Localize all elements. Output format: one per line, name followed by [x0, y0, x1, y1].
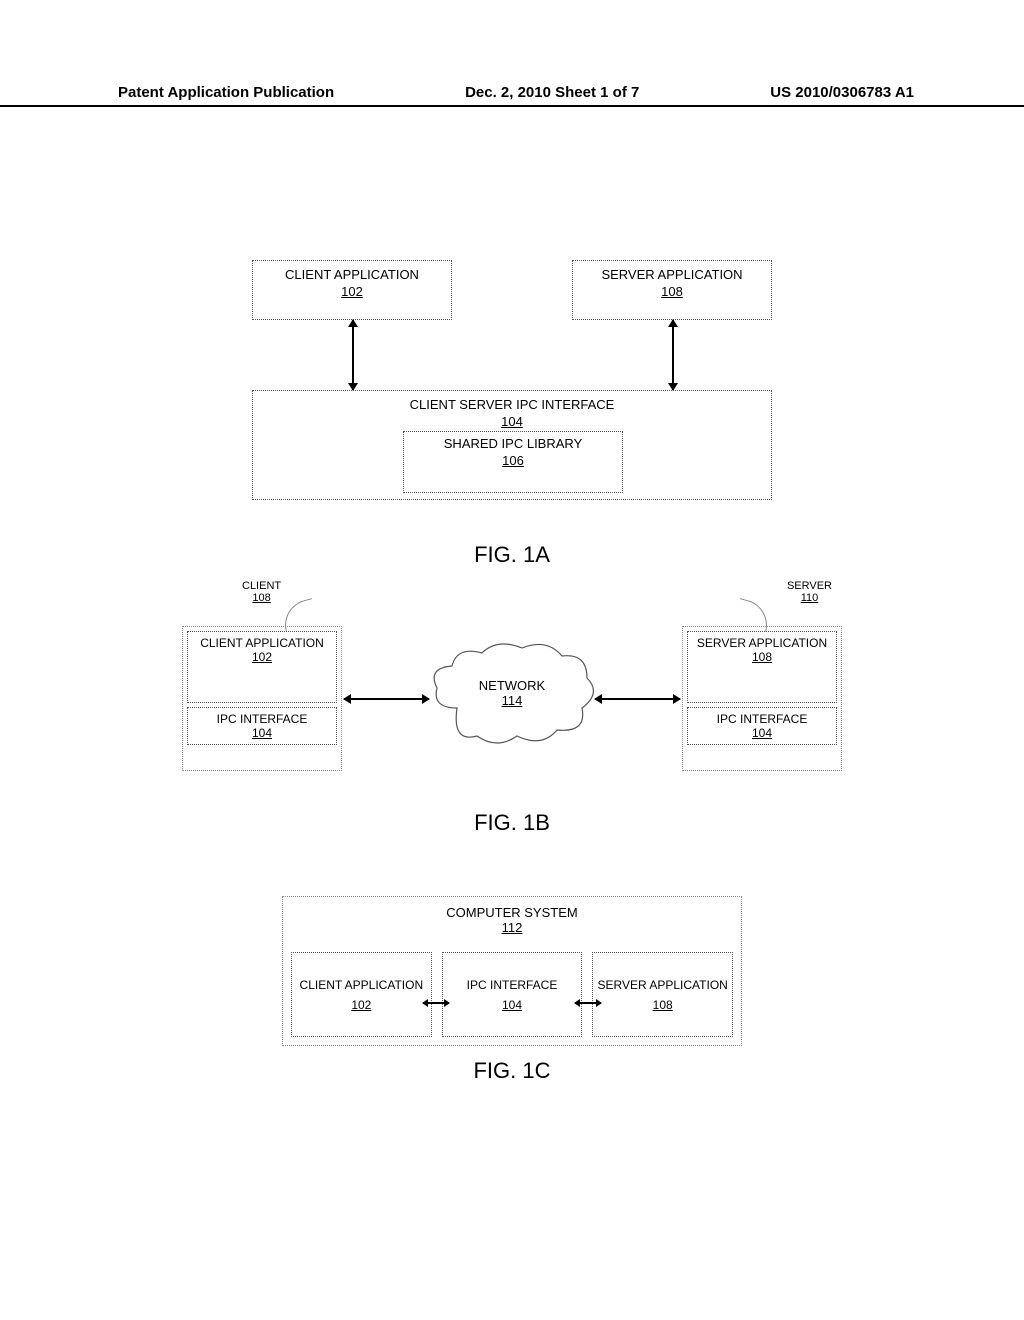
ref-num: 102 [341, 284, 363, 299]
box-client-application: CLIENT APPLICATION 102 [252, 260, 452, 320]
figure-label-1c: FIG. 1C [0, 1058, 1024, 1084]
header-center: Dec. 2, 2010 Sheet 1 of 7 [465, 84, 639, 101]
box-ipc-interface: CLIENT SERVER IPC INTERFACE 104 SHARED I… [252, 390, 772, 500]
figure-1b: CLIENT 108 SERVER 110 CLIENT APPLICATION… [182, 598, 842, 798]
box-server-application: SERVER APPLICATION 108 [687, 631, 837, 703]
box-client-application: CLIENT APPLICATION 102 [187, 631, 337, 703]
box-client-application: CLIENT APPLICATION 102 [291, 952, 432, 1037]
ref-num: 106 [502, 453, 524, 468]
inner-row: CLIENT APPLICATION 102 IPC INTERFACE 104… [291, 952, 733, 1037]
host-client: CLIENT APPLICATION 102 IPC INTERFACE 104 [182, 626, 342, 771]
ref-num: 110 [801, 592, 819, 604]
arrow-client-to-ipc-icon [352, 320, 354, 390]
box-label: CLIENT APPLICATION [188, 636, 336, 650]
tag-label: CLIENT [242, 580, 281, 592]
arrow-ipc-server-icon [575, 1002, 601, 1004]
arrow-server-network-icon [595, 698, 680, 700]
box-label: CLIENT APPLICATION [300, 978, 424, 992]
box-label: SERVER APPLICATION [688, 636, 836, 650]
host-server: SERVER APPLICATION 108 IPC INTERFACE 104 [682, 626, 842, 771]
box-server-application: SERVER APPLICATION 108 [572, 260, 772, 320]
ref-num: 102 [252, 650, 272, 664]
ref-num: 108 [252, 592, 270, 604]
box-label: CLIENT APPLICATION [253, 267, 451, 282]
box-label: COMPUTER SYSTEM [283, 905, 741, 920]
box-label: SHARED IPC LIBRARY [404, 436, 622, 451]
tag-label: SERVER [787, 580, 832, 592]
page-body: CLIENT APPLICATION 102 SERVER APPLICATIO… [0, 120, 1024, 1104]
figure-label-1a: FIG. 1A [0, 542, 1024, 568]
box-label: SERVER APPLICATION [573, 267, 771, 282]
ref-num: 112 [502, 920, 523, 935]
box-shared-ipc-library: SHARED IPC LIBRARY 106 [403, 431, 623, 493]
box-label: IPC INTERFACE [188, 712, 336, 726]
ref-num: 102 [351, 998, 371, 1012]
header-right: US 2010/0306783 A1 [770, 84, 914, 101]
tag-server: SERVER 110 [787, 580, 832, 604]
cloud-icon [427, 638, 597, 753]
box-ipc-interface: IPC INTERFACE 104 [687, 707, 837, 745]
box-ipc-interface: IPC INTERFACE 104 [187, 707, 337, 745]
box-label: CLIENT SERVER IPC INTERFACE [253, 397, 771, 412]
figure-label-1b: FIG. 1B [0, 810, 1024, 836]
ref-num: 108 [653, 998, 673, 1012]
page-header: Patent Application Publication Dec. 2, 2… [0, 84, 1024, 107]
box-label: IPC INTERFACE [467, 978, 558, 992]
ref-num: 108 [752, 650, 772, 664]
box-ipc-interface: IPC INTERFACE 104 [442, 952, 583, 1037]
header-left: Patent Application Publication [118, 84, 334, 101]
box-label: SERVER APPLICATION [598, 978, 728, 992]
ref-num: 108 [661, 284, 683, 299]
box-server-application: SERVER APPLICATION 108 [592, 952, 733, 1037]
ref-num: 104 [752, 726, 772, 740]
figure-1c: COMPUTER SYSTEM 112 CLIENT APPLICATION 1… [282, 896, 742, 1046]
box-label: IPC INTERFACE [688, 712, 836, 726]
arrow-server-to-ipc-icon [672, 320, 674, 390]
arrow-client-ipc-icon [423, 1002, 449, 1004]
ref-num: 104 [502, 998, 522, 1012]
arrow-client-network-icon [344, 698, 429, 700]
ref-num: 104 [252, 726, 272, 740]
ref-num: 104 [501, 414, 523, 429]
figure-1a: CLIENT APPLICATION 102 SERVER APPLICATIO… [252, 260, 772, 530]
network-cloud: NETWORK 114 [437, 648, 587, 743]
tag-client: CLIENT 108 [242, 580, 281, 604]
